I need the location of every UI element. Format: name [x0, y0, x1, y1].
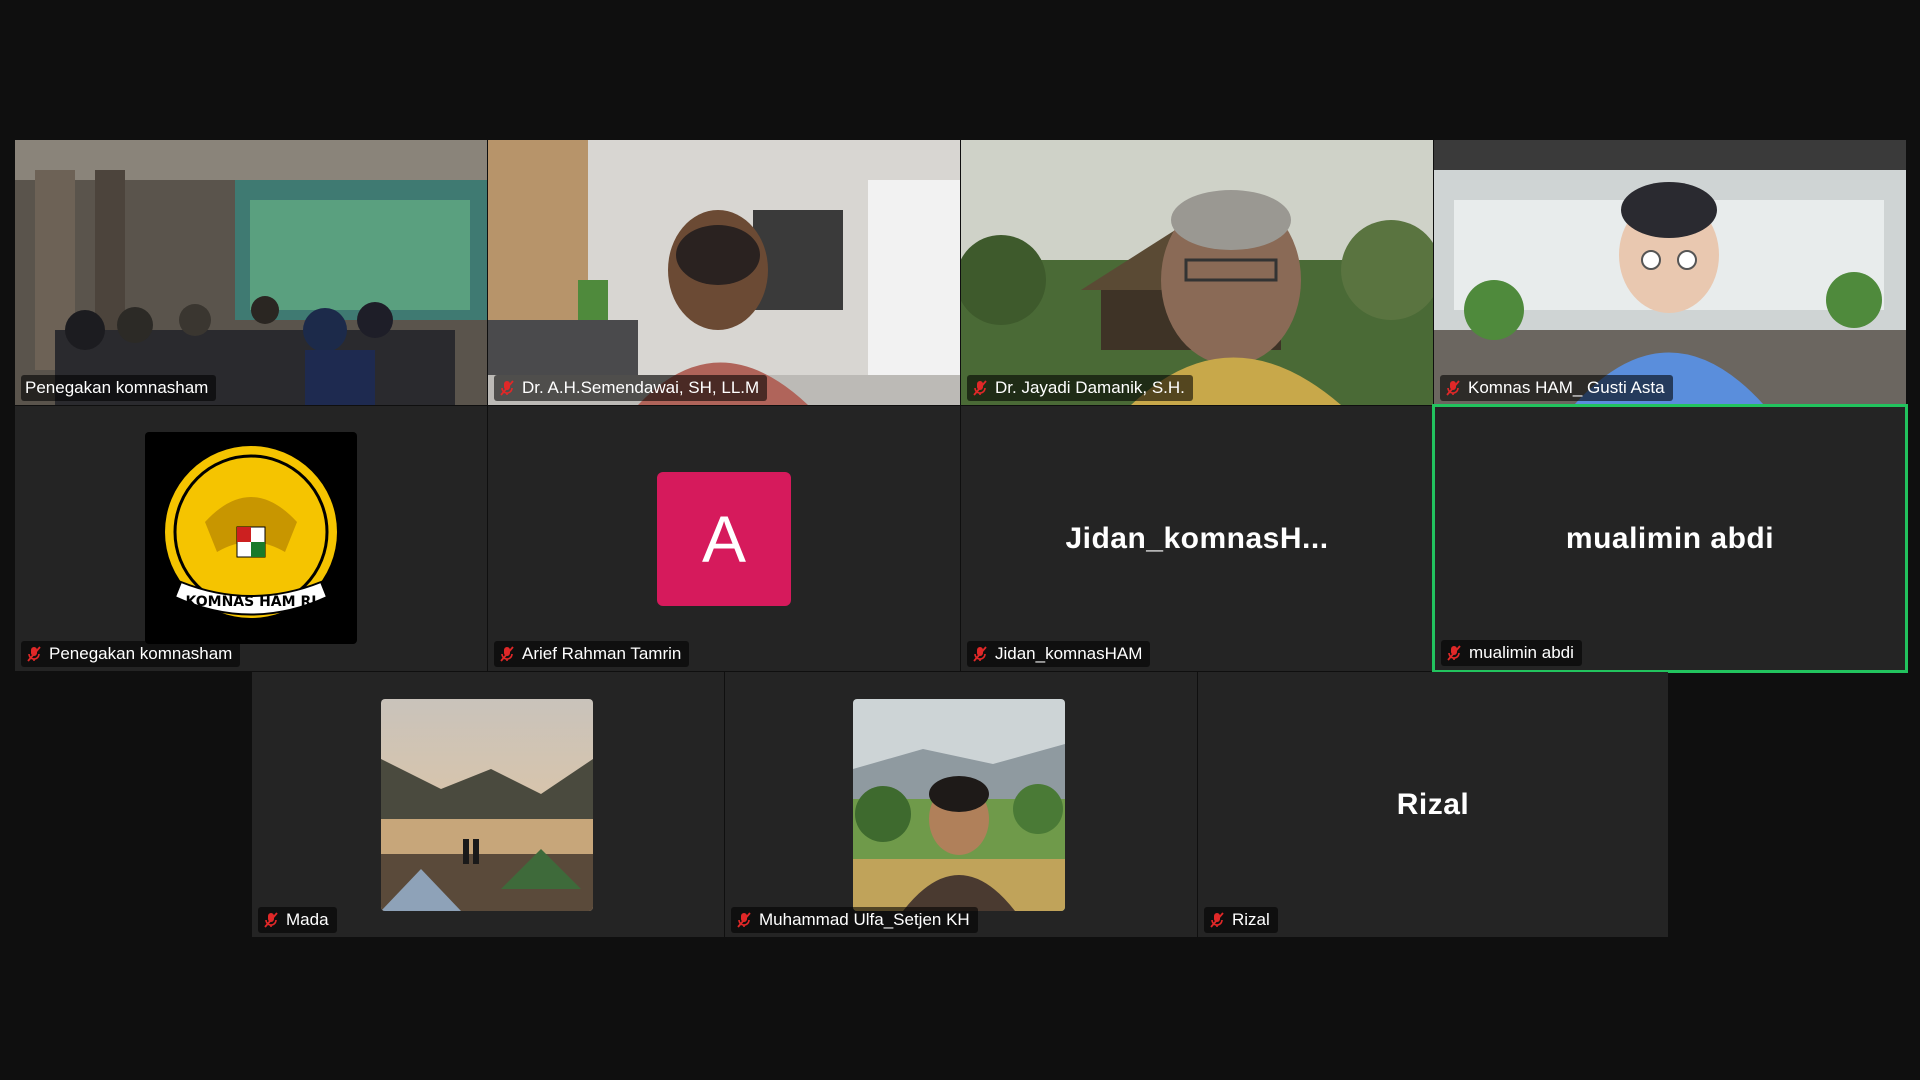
participant-display-name: mualimin abdi [1565, 521, 1775, 555]
video-tile-penegakan-komnasham[interactable]: Penegakan komnasham [15, 140, 487, 405]
participant-name: Muhammad Ulfa_Setjen KH [759, 910, 970, 929]
participant-name: Komnas HAM_ Gusti Asta [1468, 378, 1665, 397]
mic-muted-icon [264, 912, 278, 928]
video-tile-rizal[interactable]: Rizal Rizal [1198, 672, 1668, 937]
name-tag: Komnas HAM_ Gusti Asta [1440, 375, 1673, 401]
video-tile-semendawai[interactable]: Dr. A.H.Semendawai, SH, LL.M [488, 140, 960, 405]
mic-muted-icon [973, 380, 987, 396]
name-tag: mualimin abdi [1441, 640, 1582, 666]
mic-muted-icon [500, 380, 514, 396]
participant-name: Mada [286, 910, 329, 929]
mic-muted-icon [1446, 380, 1460, 396]
name-tag: Dr. Jayadi Damanik, S.H. [967, 375, 1193, 401]
person-rice-field-photo [853, 699, 1065, 911]
participant-name: Penegakan komnasham [49, 644, 233, 663]
participant-name: Penegakan komnasham [25, 378, 209, 397]
name-tag: Muhammad Ulfa_Setjen KH [731, 907, 978, 933]
participant-name: mualimin abdi [1469, 643, 1574, 662]
komnas-ham-logo: KOMNAS HAM RI [145, 432, 357, 644]
office-background-video [488, 140, 960, 405]
letter-avatar: A [657, 472, 791, 606]
name-tag: Mada [258, 907, 337, 933]
video-tile-mada[interactable]: Mada [252, 672, 724, 937]
participant-name: Jidan_komnasHAM [995, 644, 1143, 663]
participant-display-name: Jidan_komnasH... [1065, 521, 1329, 555]
meeting-room-video [15, 140, 487, 405]
video-tile-arief-rahman-tamrin[interactable]: A Arief Rahman Tamrin [488, 406, 960, 671]
participant-name: Arief Rahman Tamrin [522, 644, 682, 663]
video-tile-jidan-komnasham[interactable]: Jidan_komnasH... Jidan_komnasHAM [961, 406, 1433, 671]
mic-muted-icon [500, 646, 514, 662]
video-tile-muhammad-ulfa[interactable]: Muhammad Ulfa_Setjen KH [725, 672, 1197, 937]
avatar-office-video [1434, 140, 1906, 405]
name-tag: Rizal [1204, 907, 1278, 933]
name-tag: Jidan_komnasHAM [967, 641, 1151, 667]
name-tag: Arief Rahman Tamrin [494, 641, 690, 667]
video-tile-penegakan-komnasham-logo[interactable]: KOMNAS HAM RI Penegakan komnasham [15, 406, 487, 671]
mic-muted-icon [1210, 912, 1224, 928]
video-tile-mualimin-abdi-active-speaker[interactable]: mualimin abdi mualimin abdi [1432, 404, 1908, 673]
name-tag: Penegakan komnasham [21, 375, 217, 401]
mic-muted-icon [737, 912, 751, 928]
traditional-house-background-video [961, 140, 1433, 405]
participant-display-name: Rizal [1396, 787, 1470, 821]
video-tile-jayadi-damanik[interactable]: Dr. Jayadi Damanik, S.H. [961, 140, 1433, 405]
mic-muted-icon [973, 646, 987, 662]
mic-muted-icon [1447, 645, 1461, 661]
avatar-initial: A [701, 502, 747, 576]
lake-tent-photo [381, 699, 593, 911]
name-tag: Dr. A.H.Semendawai, SH, LL.M [494, 375, 768, 401]
participant-name: Dr. Jayadi Damanik, S.H. [995, 378, 1185, 397]
name-tag: Penegakan komnasham [21, 641, 241, 667]
video-tile-gusti-asta[interactable]: Komnas HAM_ Gusti Asta [1434, 140, 1906, 405]
participant-name: Dr. A.H.Semendawai, SH, LL.M [522, 378, 760, 397]
participant-name: Rizal [1232, 910, 1270, 929]
svg-text:KOMNAS HAM RI: KOMNAS HAM RI [186, 594, 317, 610]
mic-muted-icon [27, 646, 41, 662]
